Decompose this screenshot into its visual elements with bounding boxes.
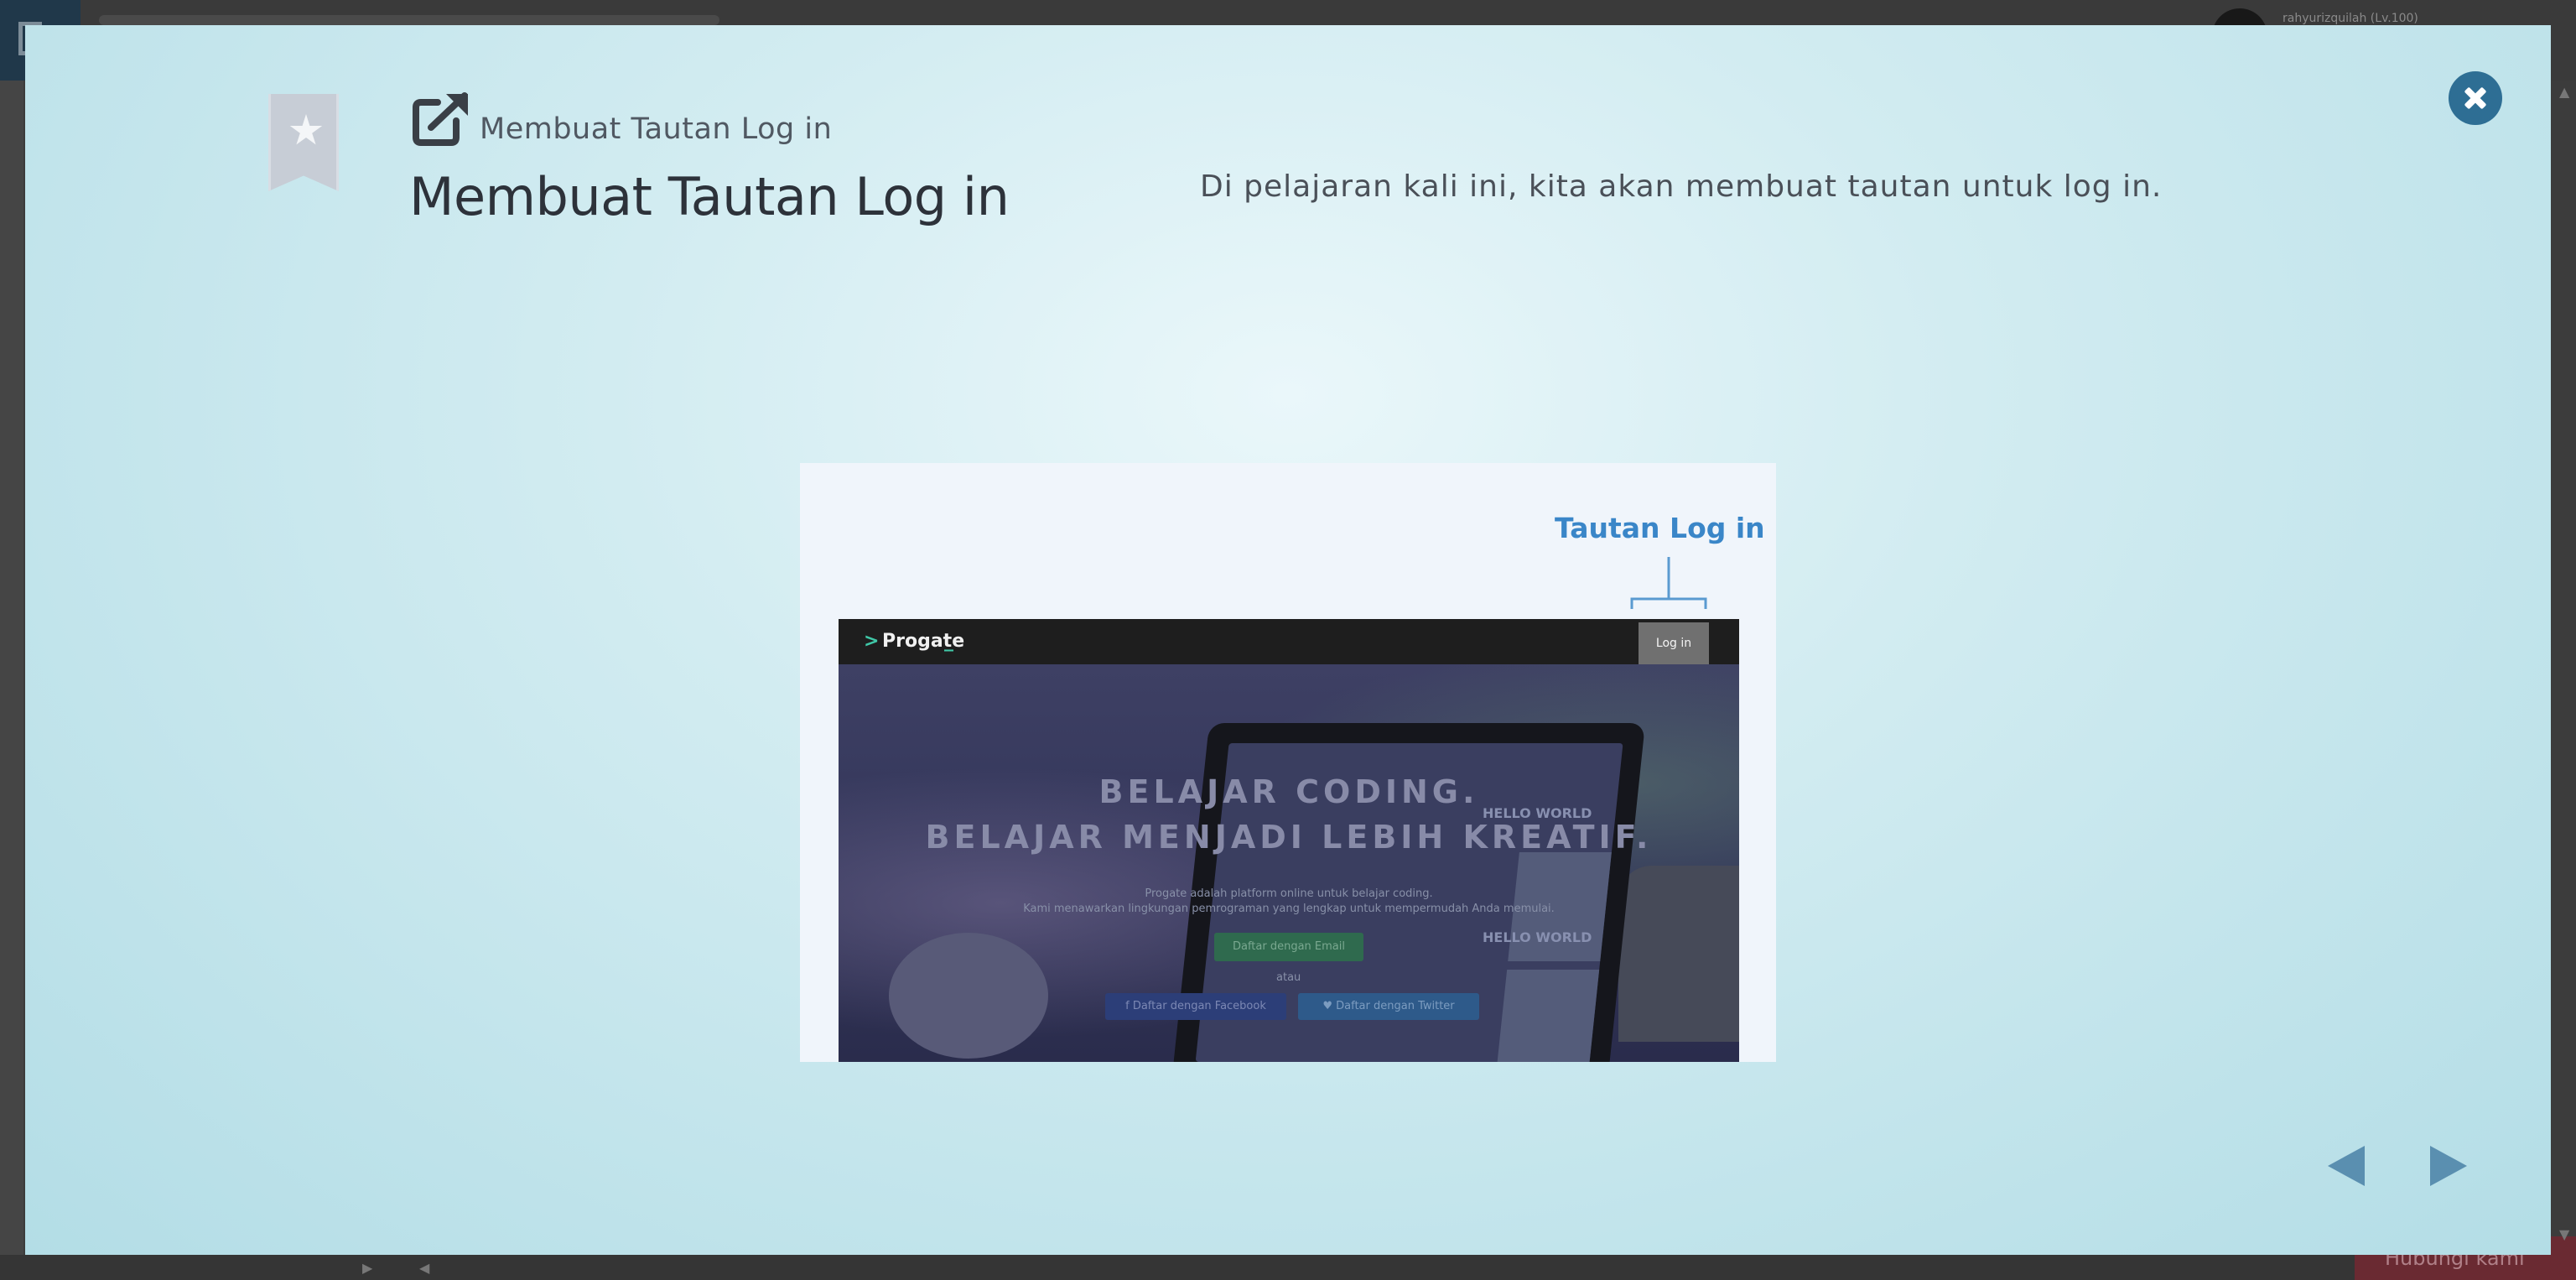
next-slide-button[interactable] — [2422, 1141, 2472, 1191]
close-button[interactable] — [2449, 71, 2502, 125]
mock-twitter-signup-button: ♥ Daftar dengan Twitter — [1298, 993, 1479, 1020]
mock-hero: HELLO WORLD HELLO WORLD BELAJAR CODING. … — [839, 664, 1739, 1062]
slide-subtitle: Membuat Tautan Log in — [480, 112, 833, 146]
background-left-panel — [0, 81, 23, 1255]
username-label: rahyurizquilah (Lv.100) — [2283, 12, 2418, 25]
previous-slide-button[interactable] — [2323, 1141, 2373, 1191]
mock-email-signup-button: Daftar dengan Email — [1214, 933, 1363, 961]
background-progress-bar — [99, 15, 719, 25]
mock-cup-image — [889, 933, 1048, 1059]
scroll-left-icon: ◀ — [419, 1260, 430, 1276]
mock-login-button: Log in — [1639, 622, 1709, 664]
lesson-illustration: Tautan Log in > Progate _ Log in HELLO W… — [800, 463, 1776, 1062]
scroll-down-icon: ▼ — [2559, 1226, 2570, 1242]
mock-hero-heading: BELAJAR CODING. — [1098, 773, 1479, 810]
mock-facebook-signup-button: f Daftar dengan Facebook — [1105, 993, 1286, 1020]
mock-brand-chevron: > — [864, 631, 880, 652]
mock-screen-text: HELLO WORLD — [1483, 929, 1592, 945]
arrow-right-icon — [2430, 1146, 2467, 1186]
mock-hero-heading: BELAJAR MENJADI LEBIH KREATIF. — [925, 819, 1653, 856]
callout-bracket — [1630, 557, 1707, 609]
arrow-left-icon — [2328, 1146, 2365, 1186]
bookmark-star-icon[interactable] — [268, 94, 339, 191]
scroll-up-icon: ▲ — [2559, 84, 2570, 100]
mock-header: > Progate _ Log in — [839, 619, 1739, 664]
mock-hero-subtext: Progate adalah platform online untuk bel… — [1145, 887, 1433, 900]
slide-description: Di pelajaran kali ini, kita akan membuat… — [1200, 169, 2163, 204]
star-icon — [289, 114, 323, 145]
mock-screen-panel — [1497, 970, 1600, 1062]
mock-hero-subtext: Kami menawarkan lingkungan pemrograman y… — [1023, 903, 1555, 915]
background-bottom-bar — [0, 1255, 2576, 1280]
mock-or-text: atau — [1276, 971, 1301, 984]
mock-brand-cursor: _ — [944, 631, 953, 652]
mock-website-screenshot: > Progate _ Log in HELLO WORLD HELLO WOR… — [839, 619, 1739, 1062]
lesson-slide-modal: Membuat Tautan Log in Membuat Tautan Log… — [25, 25, 2551, 1255]
slide-title: Membuat Tautan Log in — [409, 166, 1010, 227]
external-link-icon — [413, 92, 468, 146]
scroll-right-icon: ▶ — [362, 1260, 373, 1276]
callout-label: Tautan Log in — [1555, 512, 1765, 544]
